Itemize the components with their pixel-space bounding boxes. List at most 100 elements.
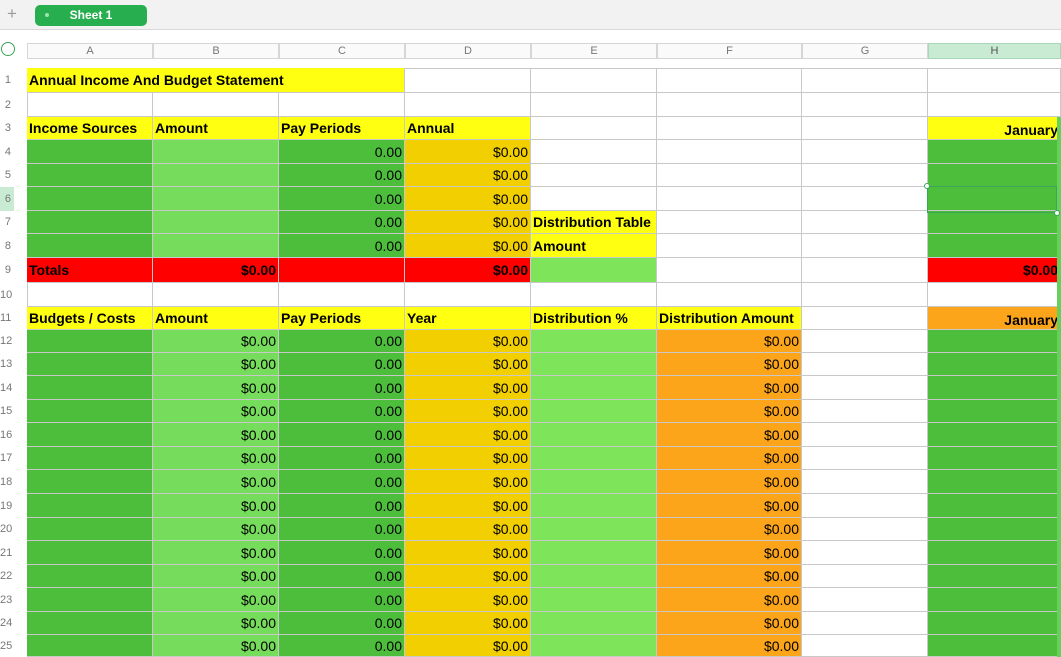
budget-row-cell[interactable]: $0.00 [153, 376, 279, 400]
cell-g12[interactable] [802, 330, 928, 353]
month-income-cell[interactable] [928, 164, 1061, 187]
cell-g9[interactable] [802, 258, 928, 283]
month-income-cell[interactable] [928, 187, 1061, 211]
budget-header-0[interactable]: Budgets / Costs [27, 307, 153, 330]
cell-f10[interactable] [657, 283, 802, 307]
row-header-21[interactable]: 21 [0, 541, 14, 565]
row-header-6[interactable]: 6 [0, 187, 14, 211]
select-all-circle-icon[interactable] [1, 42, 15, 56]
row-header-10[interactable]: 10 [0, 283, 14, 307]
budget-row-cell[interactable]: $0.00 [405, 400, 531, 423]
budget-row-cell[interactable]: $0.00 [153, 518, 279, 541]
budget-row-cell[interactable]: $0.00 [153, 330, 279, 353]
budget-row-cell[interactable]: $0.00 [657, 565, 802, 588]
budget-row-cell[interactable] [27, 635, 153, 657]
budget-row-cell[interactable]: $0.00 [657, 588, 802, 612]
income-row-cell[interactable]: $0.00 [405, 164, 531, 187]
budget-row-cell[interactable] [27, 470, 153, 494]
budget-row-cell[interactable]: $0.00 [405, 353, 531, 376]
month-budget-cell[interactable] [928, 353, 1061, 376]
month-budget-cell[interactable] [928, 518, 1061, 541]
distribution-amount-label[interactable]: Amount [531, 234, 657, 258]
budget-row-cell[interactable]: 0.00 [279, 447, 405, 470]
cell-c10[interactable] [279, 283, 405, 307]
cell-g17[interactable] [802, 447, 928, 470]
budget-row-cell[interactable]: $0.00 [153, 541, 279, 565]
distribution-table-label[interactable]: Distribution Table [531, 211, 657, 234]
income-row-cell[interactable]: 0.00 [279, 187, 405, 211]
row-header-3[interactable]: 3 [0, 117, 14, 140]
income-header-2[interactable]: Pay Periods [279, 117, 405, 140]
cell-g19[interactable] [802, 494, 928, 518]
budget-row-cell[interactable]: $0.00 [657, 376, 802, 400]
budget-header-5[interactable]: Distribution Amount [657, 307, 802, 330]
income-row-cell[interactable] [27, 164, 153, 187]
cell-g3[interactable] [802, 117, 928, 140]
budget-row-cell[interactable] [531, 353, 657, 376]
budget-row-cell[interactable] [27, 565, 153, 588]
row-header-20[interactable]: 20 [0, 518, 14, 541]
cell-e4[interactable] [531, 140, 657, 164]
budget-row-cell[interactable] [531, 588, 657, 612]
budget-row-cell[interactable] [27, 330, 153, 353]
selection-handle-top-left[interactable] [924, 183, 930, 189]
budget-row-cell[interactable]: $0.00 [153, 588, 279, 612]
column-header-a[interactable]: A [27, 43, 153, 59]
budget-row-cell[interactable]: $0.00 [405, 565, 531, 588]
row-header-13[interactable]: 13 [0, 353, 14, 376]
income-row-cell[interactable] [153, 164, 279, 187]
income-row-cell[interactable]: $0.00 [405, 187, 531, 211]
budget-row-cell[interactable]: $0.00 [405, 423, 531, 447]
budget-row-cell[interactable]: $0.00 [153, 470, 279, 494]
budget-row-cell[interactable]: $0.00 [405, 541, 531, 565]
budget-row-cell[interactable]: $0.00 [405, 588, 531, 612]
budget-row-cell[interactable] [531, 541, 657, 565]
column-header-f[interactable]: F [657, 43, 802, 59]
budget-row-cell[interactable]: $0.00 [405, 635, 531, 657]
income-row-cell[interactable]: 0.00 [279, 211, 405, 234]
income-row-cell[interactable] [153, 211, 279, 234]
month-budget-cell[interactable] [928, 588, 1061, 612]
row-header-8[interactable]: 8 [0, 234, 14, 258]
cell-e3[interactable] [531, 117, 657, 140]
budget-row-cell[interactable] [27, 376, 153, 400]
cell-c2[interactable] [279, 93, 405, 117]
cell-e1[interactable] [531, 68, 657, 93]
row-header-7[interactable]: 7 [0, 211, 14, 234]
cell-f4[interactable] [657, 140, 802, 164]
month-income-cell[interactable] [928, 234, 1061, 258]
budget-row-cell[interactable] [531, 400, 657, 423]
column-header-c[interactable]: C [279, 43, 405, 59]
cell-f1[interactable] [657, 68, 802, 93]
cell-f8[interactable] [657, 234, 802, 258]
cell-d2[interactable] [405, 93, 531, 117]
month-budget-cell[interactable] [928, 447, 1061, 470]
budget-row-cell[interactable] [27, 518, 153, 541]
budget-row-cell[interactable]: $0.00 [657, 447, 802, 470]
income-row-cell[interactable] [153, 140, 279, 164]
budget-row-cell[interactable]: $0.00 [153, 447, 279, 470]
row-header-15[interactable]: 15 [0, 400, 14, 423]
cell-h10[interactable] [928, 283, 1061, 307]
sheet-tab-sheet-1[interactable]: Sheet 1 [35, 5, 147, 26]
month-income-total[interactable]: $0.00 [928, 258, 1061, 283]
cell-g7[interactable] [802, 211, 928, 234]
budget-row-cell[interactable]: $0.00 [153, 494, 279, 518]
budget-row-cell[interactable]: 0.00 [279, 353, 405, 376]
budget-row-cell[interactable]: $0.00 [153, 635, 279, 657]
income-totals-cell[interactable]: Totals [27, 258, 153, 283]
budget-row-cell[interactable]: 0.00 [279, 612, 405, 635]
budget-row-cell[interactable] [531, 494, 657, 518]
budget-row-cell[interactable]: $0.00 [405, 518, 531, 541]
budget-row-cell[interactable]: 0.00 [279, 423, 405, 447]
budget-header-4[interactable]: Distribution % [531, 307, 657, 330]
cell-h2[interactable] [928, 93, 1061, 117]
cell-f2[interactable] [657, 93, 802, 117]
cell-b10[interactable] [153, 283, 279, 307]
budget-row-cell[interactable]: $0.00 [657, 470, 802, 494]
cell-e2[interactable] [531, 93, 657, 117]
row-header-4[interactable]: 4 [0, 140, 14, 164]
budget-row-cell[interactable] [531, 612, 657, 635]
income-row-cell[interactable] [153, 234, 279, 258]
budget-row-cell[interactable] [531, 330, 657, 353]
